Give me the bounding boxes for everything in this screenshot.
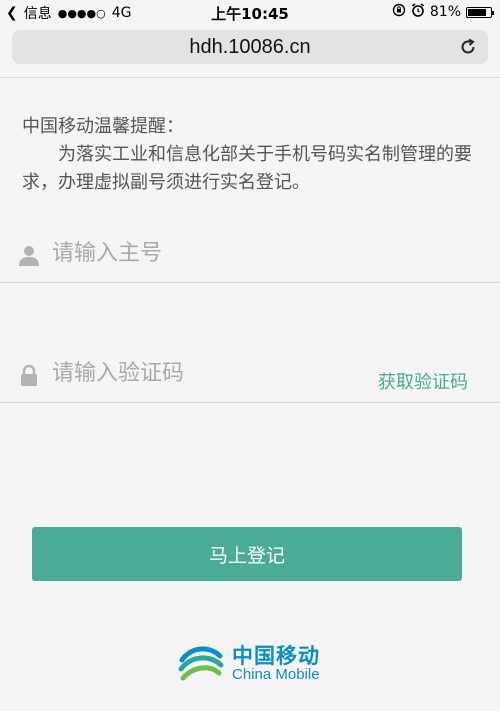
brand-name-en: China Mobile [232,666,320,683]
brand-logo-block: 中国移动 China Mobile [178,638,338,690]
battery-icon [466,6,494,18]
china-mobile-logo-icon [178,646,224,681]
battery-fill [468,8,486,16]
reload-icon[interactable] [458,37,478,57]
register-button[interactable]: 马上登记 [32,527,462,581]
divider [0,77,500,78]
rotation-lock-icon [392,3,406,21]
status-bar: ❮ 信息 ●●●●○ 4G 上午10:45 81% [0,0,500,24]
address-bar[interactable]: hdh.10086.cn [12,30,488,64]
url-text[interactable]: hdh.10086.cn [189,36,310,59]
alarm-icon [411,3,425,21]
lock-icon [21,364,37,386]
phone-field-row [0,222,500,283]
code-field-row: 获取验证码 [0,342,500,403]
notice-title: 中国移动温馨提醒： [22,116,184,137]
notice-body: 为落实工业和信息化部关于手机号码实名制管理的要求，办理虚拟副号须进行实名登记。 [22,144,472,193]
phone-input[interactable] [50,234,354,272]
status-right: 81% [392,3,494,21]
get-verification-code-link[interactable]: 获取验证码 [378,368,468,394]
notice-text: 中国移动温馨提醒： 为落实工业和信息化部关于手机号码实名制管理的要求，办理虚拟副… [22,113,477,197]
user-icon [19,246,39,266]
verification-code-input[interactable] [50,354,354,392]
battery-percent: 81% [429,4,461,20]
